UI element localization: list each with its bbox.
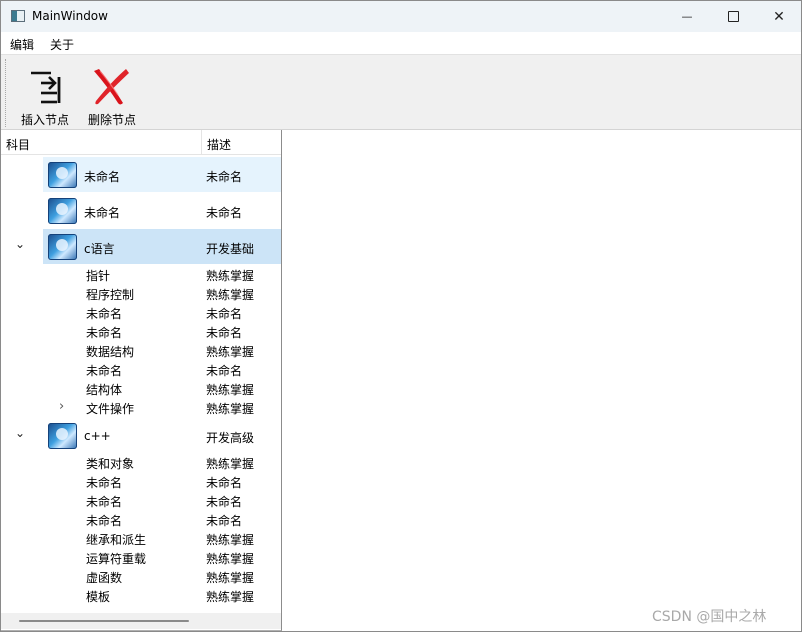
row-description: 熟练掌握 — [206, 383, 255, 397]
insert-node-icon — [31, 71, 61, 104]
row-subject: 未命名 — [86, 476, 123, 490]
row-subject: 数据结构 — [86, 345, 135, 359]
row-description: 未命名 — [206, 170, 243, 184]
app-icon — [11, 10, 25, 22]
row-subject: 继承和派生 — [86, 533, 147, 547]
row-description: 熟练掌握 — [206, 288, 255, 302]
row-description: 未命名 — [206, 326, 243, 340]
row-subject: c语言 — [84, 242, 115, 256]
row-subject: 虚函数 — [86, 571, 123, 585]
row-description: 未命名 — [206, 307, 243, 321]
row-description: 未命名 — [206, 495, 243, 509]
window-title: MainWindow — [32, 9, 108, 23]
course-icon — [48, 423, 77, 449]
row-description: 熟练掌握 — [206, 345, 255, 359]
content-pane — [283, 130, 801, 631]
row-subject: 文件操作 — [86, 402, 135, 416]
delete-node-button[interactable]: 删除节点 — [82, 59, 142, 127]
expand-arrow-icon[interactable]: ⌄ — [15, 426, 25, 440]
row-subject: 运算符重载 — [86, 552, 147, 566]
row-description: 熟练掌握 — [206, 590, 255, 604]
tree-row[interactable]: 未命名 未命名 — [1, 491, 281, 510]
tree-row[interactable]: 模板 熟练掌握 — [1, 586, 281, 605]
tree-row[interactable]: ⌄ c++ 开发高级 — [1, 418, 281, 452]
row-subject: 程序控制 — [86, 288, 135, 302]
tree-row[interactable]: 运算符重载 熟练掌握 — [1, 548, 281, 567]
row-description: 开发基础 — [206, 242, 255, 256]
row-description: 未命名 — [206, 364, 243, 378]
course-icon — [48, 198, 77, 224]
maximize-button[interactable] — [710, 1, 756, 32]
delete-node-icon — [94, 69, 129, 105]
maximize-icon — [727, 11, 739, 22]
course-icon — [48, 162, 77, 188]
tree-row[interactable]: 虚函数 熟练掌握 — [1, 567, 281, 586]
header-separator[interactable] — [201, 130, 202, 155]
insert-node-label: 插入节点 — [20, 113, 69, 127]
main-window: MainWindow — ✕ 编辑 关于 插入节点 删除节点 科目 描述 未命名… — [0, 0, 802, 632]
menu-bar: 编辑 关于 — [1, 32, 801, 54]
row-subject: 模板 — [86, 590, 111, 604]
tree-row[interactable]: 继承和派生 熟练掌握 — [1, 529, 281, 548]
row-description: 开发高级 — [206, 431, 255, 445]
header-description[interactable]: 描述 — [207, 136, 231, 153]
row-description: 未命名 — [206, 476, 243, 490]
row-description: 熟练掌握 — [206, 571, 255, 585]
row-subject: 未命名 — [86, 307, 123, 321]
tree-row[interactable]: 指针 熟练掌握 — [1, 265, 281, 284]
tree-row[interactable]: 未命名 未命名 — [1, 322, 281, 341]
tree-row[interactable]: 程序控制 熟练掌握 — [1, 284, 281, 303]
row-description: 熟练掌握 — [206, 269, 255, 283]
row-subject: 未命名 — [84, 170, 121, 184]
row-subject: 未命名 — [86, 326, 123, 340]
horizontal-scrollbar[interactable] — [1, 613, 281, 629]
tree-header: 科目 描述 — [1, 130, 281, 155]
tree-view[interactable]: 科目 描述 未命名 未命名 未命名 未命名 ⌄ c语言 开发基础 指针 熟练掌握 — [1, 130, 282, 631]
close-icon: ✕ — [773, 8, 785, 25]
tree-row[interactable]: 未命名 未命名 — [1, 157, 281, 192]
row-subject: 未命名 — [86, 514, 123, 528]
row-description: 未命名 — [206, 514, 243, 528]
minimize-button[interactable]: — — [664, 1, 710, 32]
tree-row[interactable]: 未命名 未命名 — [1, 303, 281, 322]
expand-arrow-icon[interactable]: ⌄ — [15, 237, 25, 251]
watermark-text: CSDN @国中之林 — [652, 609, 767, 625]
collapse-arrow-icon[interactable]: › — [59, 399, 64, 414]
tree-row[interactable]: 未命名 未命名 — [1, 193, 281, 228]
row-description: 未命名 — [206, 206, 243, 220]
row-subject: 类和对象 — [86, 457, 135, 471]
row-subject: 未命名 — [86, 495, 123, 509]
scrollbar-thumb[interactable] — [19, 620, 189, 622]
delete-node-label: 删除节点 — [87, 113, 136, 127]
row-description: 熟练掌握 — [206, 402, 255, 416]
row-description: 熟练掌握 — [206, 533, 255, 547]
tree-row[interactable]: 未命名 未命名 — [1, 510, 281, 529]
row-description: 熟练掌握 — [206, 457, 255, 471]
tree-row[interactable]: ⌄ c语言 开发基础 — [1, 229, 281, 264]
menu-about[interactable]: 关于 — [50, 36, 74, 53]
menu-edit[interactable]: 编辑 — [10, 36, 34, 53]
toolbar-grip[interactable] — [5, 59, 7, 127]
insert-node-button[interactable]: 插入节点 — [15, 59, 75, 127]
row-subject: 结构体 — [86, 383, 123, 397]
tree-row[interactable]: 未命名 未命名 — [1, 472, 281, 491]
tree-row[interactable]: 结构体 熟练掌握 — [1, 379, 281, 398]
row-highlight — [43, 157, 281, 192]
row-subject: c++ — [84, 429, 111, 443]
tree-row[interactable]: 数据结构 熟练掌握 — [1, 341, 281, 360]
header-subject[interactable]: 科目 — [6, 136, 30, 153]
toolbar: 插入节点 删除节点 — [1, 54, 801, 130]
row-subject: 未命名 — [86, 364, 123, 378]
row-subject: 指针 — [86, 269, 111, 283]
tree-row[interactable]: 类和对象 熟练掌握 — [1, 453, 281, 472]
tree-row[interactable]: 未命名 未命名 — [1, 360, 281, 379]
tree-row[interactable]: › 文件操作 熟练掌握 — [1, 398, 281, 417]
row-subject: 未命名 — [84, 206, 121, 220]
minimize-icon: — — [681, 10, 693, 23]
title-bar[interactable]: MainWindow — ✕ — [1, 1, 801, 32]
row-description: 熟练掌握 — [206, 552, 255, 566]
close-button[interactable]: ✕ — [756, 1, 802, 32]
course-icon — [48, 234, 77, 260]
